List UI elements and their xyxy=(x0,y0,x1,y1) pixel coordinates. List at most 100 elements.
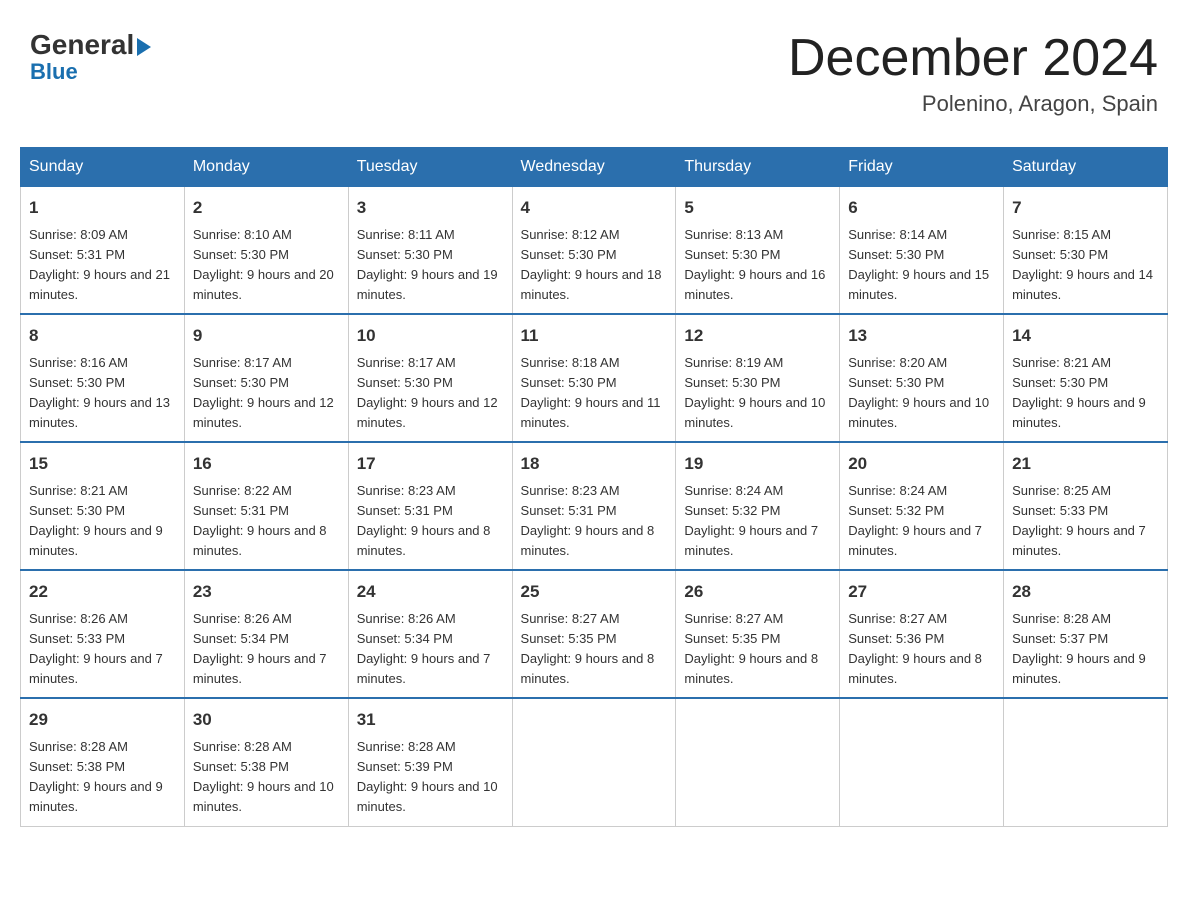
day-info: Sunrise: 8:21 AMSunset: 5:30 PMDaylight:… xyxy=(1012,353,1159,434)
calendar-cell xyxy=(676,698,840,826)
day-info: Sunrise: 8:27 AMSunset: 5:35 PMDaylight:… xyxy=(684,609,831,690)
calendar-cell: 3 Sunrise: 8:11 AMSunset: 5:30 PMDayligh… xyxy=(348,187,512,315)
col-header-saturday: Saturday xyxy=(1004,148,1168,187)
calendar-row-week-2: 8 Sunrise: 8:16 AMSunset: 5:30 PMDayligh… xyxy=(21,314,1168,442)
calendar-cell: 4 Sunrise: 8:12 AMSunset: 5:30 PMDayligh… xyxy=(512,187,676,315)
day-info: Sunrise: 8:23 AMSunset: 5:31 PMDaylight:… xyxy=(521,481,668,562)
calendar-cell: 21 Sunrise: 8:25 AMSunset: 5:33 PMDaylig… xyxy=(1004,442,1168,570)
day-info: Sunrise: 8:28 AMSunset: 5:37 PMDaylight:… xyxy=(1012,609,1159,690)
col-header-thursday: Thursday xyxy=(676,148,840,187)
col-header-tuesday: Tuesday xyxy=(348,148,512,187)
day-number: 18 xyxy=(521,451,668,477)
page-header: General Blue December 2024 Polenino, Ara… xyxy=(20,20,1168,127)
calendar-row-week-1: 1 Sunrise: 8:09 AMSunset: 5:31 PMDayligh… xyxy=(21,187,1168,315)
day-number: 16 xyxy=(193,451,340,477)
day-number: 11 xyxy=(521,323,668,349)
day-info: Sunrise: 8:10 AMSunset: 5:30 PMDaylight:… xyxy=(193,225,340,306)
day-number: 26 xyxy=(684,579,831,605)
calendar-cell xyxy=(512,698,676,826)
calendar-cell: 12 Sunrise: 8:19 AMSunset: 5:30 PMDaylig… xyxy=(676,314,840,442)
calendar-cell: 14 Sunrise: 8:21 AMSunset: 5:30 PMDaylig… xyxy=(1004,314,1168,442)
day-number: 12 xyxy=(684,323,831,349)
logo-blue-text: Blue xyxy=(30,59,78,85)
title-block: December 2024 Polenino, Aragon, Spain xyxy=(788,30,1158,117)
calendar-cell: 23 Sunrise: 8:26 AMSunset: 5:34 PMDaylig… xyxy=(184,570,348,698)
day-number: 24 xyxy=(357,579,504,605)
calendar-row-week-5: 29 Sunrise: 8:28 AMSunset: 5:38 PMDaylig… xyxy=(21,698,1168,826)
calendar-cell: 30 Sunrise: 8:28 AMSunset: 5:38 PMDaylig… xyxy=(184,698,348,826)
day-number: 29 xyxy=(29,707,176,733)
col-header-monday: Monday xyxy=(184,148,348,187)
day-info: Sunrise: 8:09 AMSunset: 5:31 PMDaylight:… xyxy=(29,225,176,306)
day-info: Sunrise: 8:22 AMSunset: 5:31 PMDaylight:… xyxy=(193,481,340,562)
calendar-row-week-3: 15 Sunrise: 8:21 AMSunset: 5:30 PMDaylig… xyxy=(21,442,1168,570)
day-number: 19 xyxy=(684,451,831,477)
calendar-cell: 25 Sunrise: 8:27 AMSunset: 5:35 PMDaylig… xyxy=(512,570,676,698)
day-info: Sunrise: 8:16 AMSunset: 5:30 PMDaylight:… xyxy=(29,353,176,434)
day-info: Sunrise: 8:14 AMSunset: 5:30 PMDaylight:… xyxy=(848,225,995,306)
calendar-cell: 11 Sunrise: 8:18 AMSunset: 5:30 PMDaylig… xyxy=(512,314,676,442)
col-header-wednesday: Wednesday xyxy=(512,148,676,187)
day-number: 5 xyxy=(684,195,831,221)
day-number: 28 xyxy=(1012,579,1159,605)
calendar-cell xyxy=(1004,698,1168,826)
day-info: Sunrise: 8:20 AMSunset: 5:30 PMDaylight:… xyxy=(848,353,995,434)
calendar-cell: 5 Sunrise: 8:13 AMSunset: 5:30 PMDayligh… xyxy=(676,187,840,315)
day-number: 23 xyxy=(193,579,340,605)
logo: General Blue xyxy=(30,30,151,85)
day-number: 7 xyxy=(1012,195,1159,221)
calendar-cell: 1 Sunrise: 8:09 AMSunset: 5:31 PMDayligh… xyxy=(21,187,185,315)
calendar-cell: 22 Sunrise: 8:26 AMSunset: 5:33 PMDaylig… xyxy=(21,570,185,698)
day-number: 22 xyxy=(29,579,176,605)
day-info: Sunrise: 8:17 AMSunset: 5:30 PMDaylight:… xyxy=(357,353,504,434)
day-number: 17 xyxy=(357,451,504,477)
day-info: Sunrise: 8:12 AMSunset: 5:30 PMDaylight:… xyxy=(521,225,668,306)
day-info: Sunrise: 8:25 AMSunset: 5:33 PMDaylight:… xyxy=(1012,481,1159,562)
day-info: Sunrise: 8:19 AMSunset: 5:30 PMDaylight:… xyxy=(684,353,831,434)
day-number: 21 xyxy=(1012,451,1159,477)
calendar-cell: 2 Sunrise: 8:10 AMSunset: 5:30 PMDayligh… xyxy=(184,187,348,315)
day-number: 6 xyxy=(848,195,995,221)
day-info: Sunrise: 8:13 AMSunset: 5:30 PMDaylight:… xyxy=(684,225,831,306)
calendar-cell: 26 Sunrise: 8:27 AMSunset: 5:35 PMDaylig… xyxy=(676,570,840,698)
day-info: Sunrise: 8:26 AMSunset: 5:33 PMDaylight:… xyxy=(29,609,176,690)
day-number: 31 xyxy=(357,707,504,733)
calendar-cell: 19 Sunrise: 8:24 AMSunset: 5:32 PMDaylig… xyxy=(676,442,840,570)
calendar-cell: 13 Sunrise: 8:20 AMSunset: 5:30 PMDaylig… xyxy=(840,314,1004,442)
day-info: Sunrise: 8:26 AMSunset: 5:34 PMDaylight:… xyxy=(193,609,340,690)
calendar-cell: 20 Sunrise: 8:24 AMSunset: 5:32 PMDaylig… xyxy=(840,442,1004,570)
day-number: 3 xyxy=(357,195,504,221)
day-number: 13 xyxy=(848,323,995,349)
day-info: Sunrise: 8:15 AMSunset: 5:30 PMDaylight:… xyxy=(1012,225,1159,306)
day-info: Sunrise: 8:11 AMSunset: 5:30 PMDaylight:… xyxy=(357,225,504,306)
day-number: 20 xyxy=(848,451,995,477)
day-info: Sunrise: 8:18 AMSunset: 5:30 PMDaylight:… xyxy=(521,353,668,434)
day-info: Sunrise: 8:28 AMSunset: 5:38 PMDaylight:… xyxy=(29,737,176,818)
calendar-cell: 16 Sunrise: 8:22 AMSunset: 5:31 PMDaylig… xyxy=(184,442,348,570)
day-number: 14 xyxy=(1012,323,1159,349)
day-info: Sunrise: 8:27 AMSunset: 5:36 PMDaylight:… xyxy=(848,609,995,690)
calendar-cell: 6 Sunrise: 8:14 AMSunset: 5:30 PMDayligh… xyxy=(840,187,1004,315)
calendar-cell: 31 Sunrise: 8:28 AMSunset: 5:39 PMDaylig… xyxy=(348,698,512,826)
calendar-cell: 28 Sunrise: 8:28 AMSunset: 5:37 PMDaylig… xyxy=(1004,570,1168,698)
day-info: Sunrise: 8:27 AMSunset: 5:35 PMDaylight:… xyxy=(521,609,668,690)
calendar-cell: 24 Sunrise: 8:26 AMSunset: 5:34 PMDaylig… xyxy=(348,570,512,698)
calendar-cell: 18 Sunrise: 8:23 AMSunset: 5:31 PMDaylig… xyxy=(512,442,676,570)
col-header-sunday: Sunday xyxy=(21,148,185,187)
day-info: Sunrise: 8:24 AMSunset: 5:32 PMDaylight:… xyxy=(848,481,995,562)
calendar-cell: 7 Sunrise: 8:15 AMSunset: 5:30 PMDayligh… xyxy=(1004,187,1168,315)
day-number: 4 xyxy=(521,195,668,221)
day-info: Sunrise: 8:17 AMSunset: 5:30 PMDaylight:… xyxy=(193,353,340,434)
calendar-cell: 10 Sunrise: 8:17 AMSunset: 5:30 PMDaylig… xyxy=(348,314,512,442)
month-title: December 2024 xyxy=(788,30,1158,87)
calendar-cell xyxy=(840,698,1004,826)
day-info: Sunrise: 8:26 AMSunset: 5:34 PMDaylight:… xyxy=(357,609,504,690)
day-number: 27 xyxy=(848,579,995,605)
calendar-cell: 15 Sunrise: 8:21 AMSunset: 5:30 PMDaylig… xyxy=(21,442,185,570)
day-info: Sunrise: 8:21 AMSunset: 5:30 PMDaylight:… xyxy=(29,481,176,562)
calendar-cell: 9 Sunrise: 8:17 AMSunset: 5:30 PMDayligh… xyxy=(184,314,348,442)
calendar-row-week-4: 22 Sunrise: 8:26 AMSunset: 5:33 PMDaylig… xyxy=(21,570,1168,698)
day-number: 10 xyxy=(357,323,504,349)
day-number: 25 xyxy=(521,579,668,605)
day-number: 8 xyxy=(29,323,176,349)
